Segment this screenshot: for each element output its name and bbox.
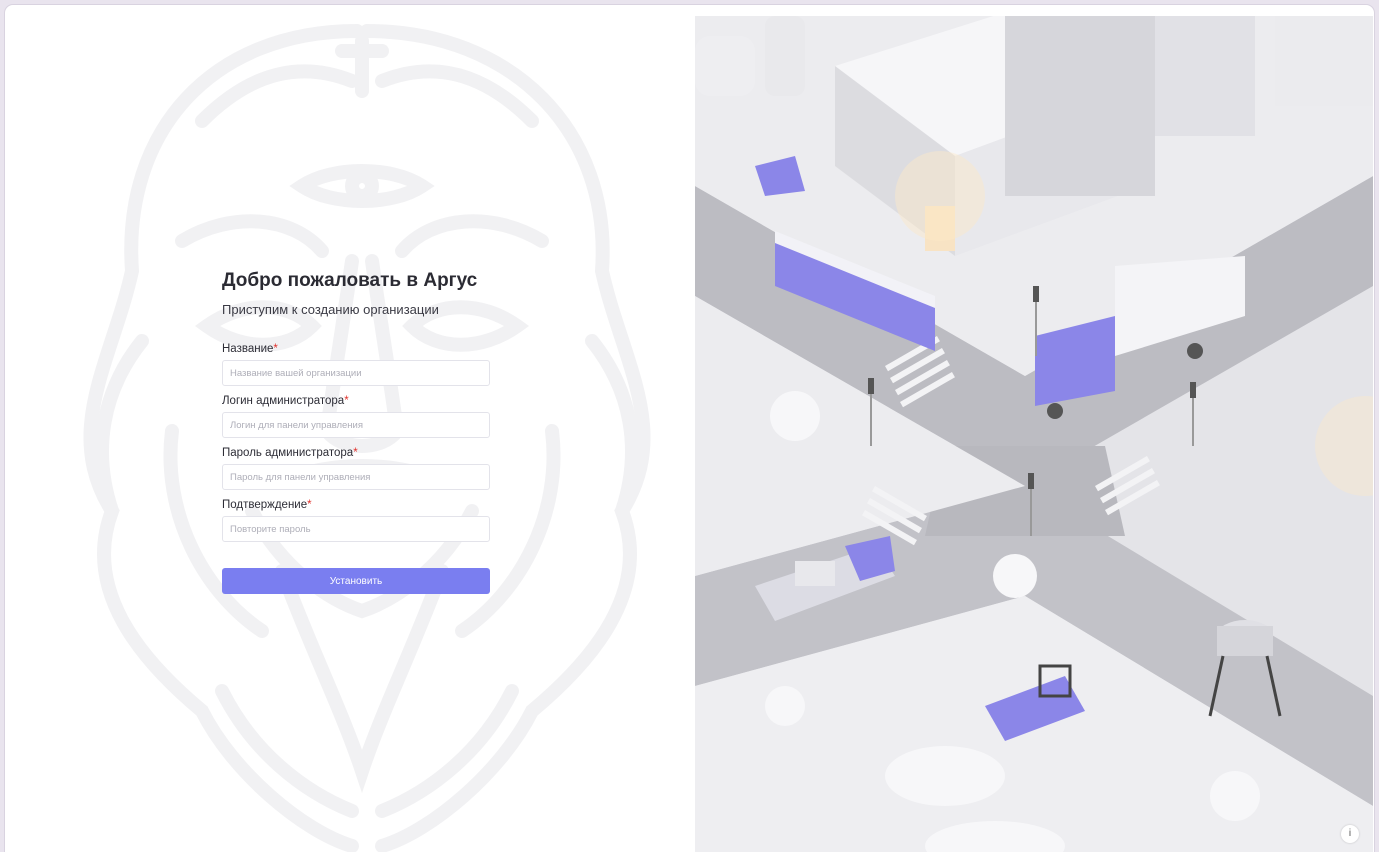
info-button[interactable]: i	[1341, 825, 1359, 843]
required-marker: *	[307, 499, 312, 511]
password-confirm-label: Подтверждение*	[222, 499, 312, 511]
required-marker: *	[273, 343, 278, 355]
info-icon: i	[1348, 828, 1352, 839]
organization-name-label: Название*	[222, 343, 278, 355]
admin-password-input[interactable]	[222, 464, 490, 490]
login-panel: Добро пожаловать в Аргус Приступим к соз…	[12, 11, 695, 852]
admin-login-label: Логин администратора*	[222, 395, 349, 407]
required-marker: *	[344, 395, 349, 407]
page-title: Добро пожаловать в Аргус	[222, 270, 478, 291]
app-window: Добро пожаловать в Аргус Приступим к соз…	[5, 5, 1374, 852]
password-confirm-input[interactable]	[222, 516, 490, 542]
required-marker: *	[353, 447, 358, 459]
admin-password-label: Пароль администратора*	[222, 447, 358, 459]
city-illustration: i	[695, 16, 1373, 852]
admin-login-input[interactable]	[222, 412, 490, 438]
organization-name-input[interactable]	[222, 360, 490, 386]
organization-setup-form: Добро пожаловать в Аргус Приступим к соз…	[222, 269, 490, 594]
page-subtitle: Приступим к созданию организации	[222, 302, 439, 317]
isometric-city-image	[695, 16, 1373, 852]
install-button[interactable]: Установить	[222, 568, 490, 594]
